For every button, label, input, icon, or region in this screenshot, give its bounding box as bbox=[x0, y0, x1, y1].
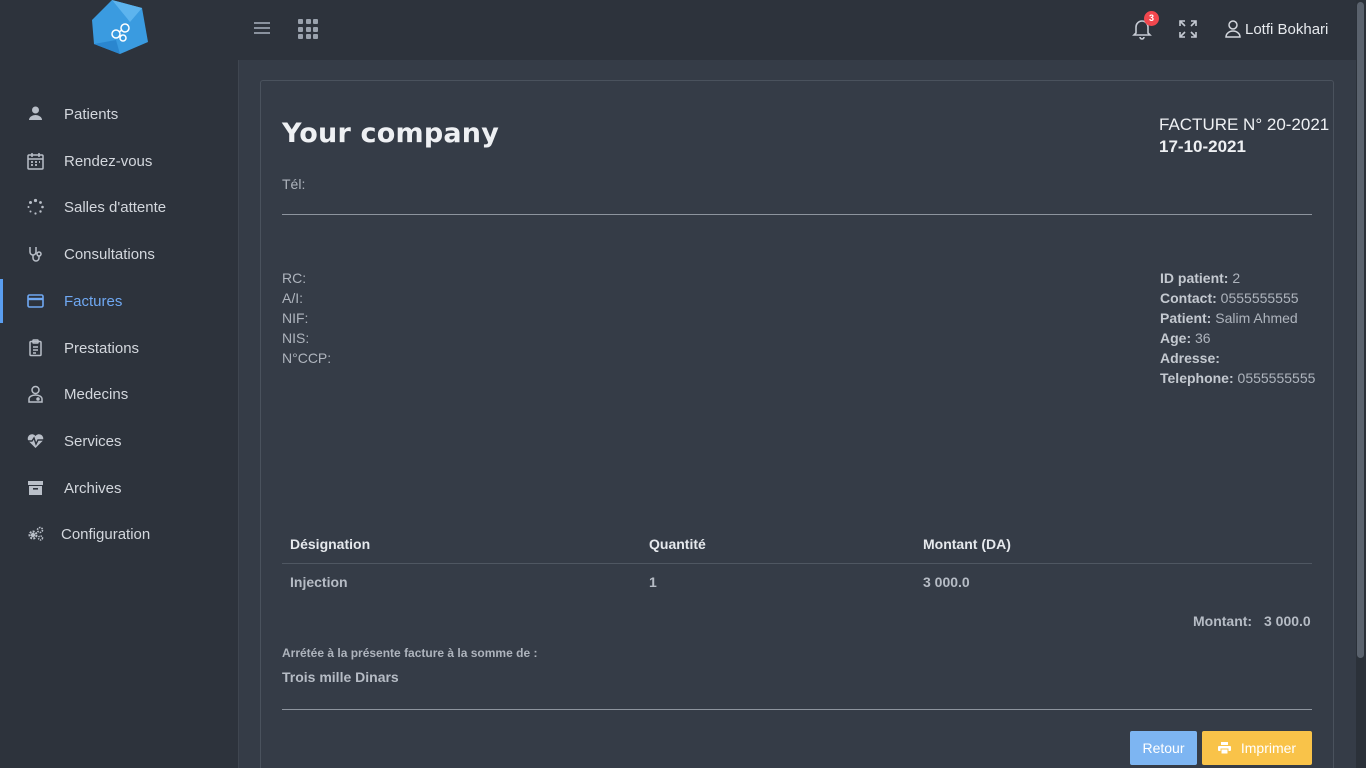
sidebar-item-factures[interactable]: Factures bbox=[0, 279, 239, 323]
sidebar-item-patients[interactable]: Patients bbox=[0, 92, 239, 136]
amount-words-caption: Arrétée à la présente facture à la somme… bbox=[282, 646, 538, 660]
column-header-quantite: Quantité bbox=[641, 526, 915, 564]
sidebar-item-services[interactable]: Services bbox=[0, 419, 239, 463]
column-header-designation: Désignation bbox=[282, 526, 641, 564]
sidebar-item-archives[interactable]: Archives bbox=[0, 466, 239, 510]
sidebar-item-label: Consultations bbox=[64, 245, 155, 263]
patient-age-row: Age: 36 bbox=[1160, 328, 1315, 348]
legal-nis: NIS: bbox=[282, 330, 310, 346]
total-value: 3 000.0 bbox=[1264, 613, 1311, 629]
patient-contact-row: Contact: 0555555555 bbox=[1160, 288, 1315, 308]
patient-contact-value: 0555555555 bbox=[1220, 290, 1299, 306]
sidebar-item-label: Factures bbox=[64, 292, 123, 310]
company-legal-info: RC: A/I: NIF: NIS: N°CCP: bbox=[282, 268, 331, 368]
legal-ai: A/I: bbox=[282, 290, 304, 306]
invoice-card bbox=[260, 80, 1334, 768]
patient-telephone-row: Telephone: 0555555555 bbox=[1160, 368, 1315, 388]
patient-address-row: Adresse: bbox=[1160, 348, 1315, 368]
patient-name-row: Patient: Salim Ahmed bbox=[1160, 308, 1315, 328]
cell-montant: 3 000.0 bbox=[923, 573, 970, 590]
divider bbox=[282, 214, 1312, 215]
print-button[interactable]: Imprimer bbox=[1202, 731, 1312, 765]
sidebar-item-label: Rendez-vous bbox=[64, 152, 153, 170]
invoice-items-table: Désignation Quantité Montant (DA) Inject… bbox=[282, 526, 1312, 600]
patient-name-label: Patient: bbox=[1160, 310, 1212, 326]
divider bbox=[282, 709, 1312, 710]
sidebar-item-prestations[interactable]: Prestations bbox=[0, 326, 239, 370]
stethoscope-icon bbox=[26, 245, 45, 263]
cell-designation: Injection bbox=[290, 573, 348, 590]
user-name: Lotfi Bokhari bbox=[1245, 20, 1329, 38]
sidebar-item-configuration[interactable]: Configuration bbox=[0, 512, 239, 556]
patient-id-label: ID patient: bbox=[1160, 270, 1229, 286]
printer-icon bbox=[1217, 742, 1231, 754]
fullscreen-icon[interactable] bbox=[1179, 20, 1197, 38]
menu-toggle-icon[interactable] bbox=[254, 22, 270, 36]
sidebar-item-label: Medecins bbox=[64, 385, 129, 403]
legal-ccp: N°CCP: bbox=[282, 350, 332, 366]
notification-badge: 3 bbox=[1144, 11, 1159, 26]
amount-in-words: Trois mille Dinars bbox=[282, 669, 399, 685]
patient-age-value: 36 bbox=[1195, 330, 1211, 346]
top-bar: 3 Lotfi Bokhari bbox=[0, 0, 1356, 60]
print-button-label: Imprimer bbox=[1240, 740, 1297, 756]
back-button[interactable]: Retour bbox=[1130, 731, 1197, 765]
sidebar-item-label: Patients bbox=[64, 105, 119, 123]
invoice-date: 17-10-2021 bbox=[1159, 137, 1246, 156]
archive-icon bbox=[26, 479, 45, 497]
total-label: Montant: bbox=[1193, 613, 1253, 629]
spinner-icon bbox=[26, 198, 45, 216]
cell-quantite: 1 bbox=[649, 573, 657, 590]
patient-age-label: Age: bbox=[1160, 330, 1192, 346]
apps-grid-icon[interactable] bbox=[298, 19, 318, 39]
legal-rc: RC: bbox=[282, 270, 307, 286]
column-header-montant: Montant (DA) bbox=[915, 526, 1312, 564]
sidebar-item-label: Archives bbox=[64, 479, 122, 497]
patient-address-label: Adresse: bbox=[1160, 350, 1220, 366]
company-name: Your company bbox=[282, 118, 500, 149]
doctor-icon bbox=[26, 385, 45, 403]
patient-contact-label: Contact: bbox=[1160, 290, 1217, 306]
heartbeat-icon bbox=[26, 432, 45, 450]
user-icon bbox=[26, 105, 45, 123]
sidebar-item-label: Configuration bbox=[61, 525, 151, 543]
clipboard-icon bbox=[26, 339, 45, 357]
sidebar-item-medecins[interactable]: Medecins bbox=[0, 372, 239, 416]
patient-id-value: 2 bbox=[1232, 270, 1241, 286]
patient-info: ID patient: 2 Contact: 0555555555 Patien… bbox=[1160, 268, 1315, 388]
invoice-number: FACTURE N° 20-2021 bbox=[1159, 115, 1330, 134]
patient-telephone-value: 0555555555 bbox=[1237, 370, 1316, 386]
company-tel: Tél: bbox=[282, 176, 306, 192]
patient-name-value: Salim Ahmed bbox=[1215, 310, 1298, 326]
scrollbar-thumb[interactable] bbox=[1357, 2, 1364, 658]
legal-nif: NIF: bbox=[282, 310, 309, 326]
patient-telephone-label: Telephone: bbox=[1160, 370, 1234, 386]
sidebar-item-salles-attente[interactable]: Salles d'attente bbox=[0, 185, 239, 229]
table-row: Injection 1 3 000.0 bbox=[282, 563, 1312, 600]
sidebar-item-rendez-vous[interactable]: Rendez-vous bbox=[0, 139, 239, 183]
table-header-row: Désignation Quantité Montant (DA) bbox=[282, 526, 1312, 564]
sidebar: Patients Rendez-vous Salles d'attente Co… bbox=[0, 60, 239, 768]
app-logo[interactable] bbox=[90, 0, 150, 56]
user-outline-icon bbox=[1225, 20, 1241, 38]
sidebar-item-label: Salles d'attente bbox=[64, 198, 167, 216]
sidebar-item-label: Services bbox=[64, 432, 122, 450]
patient-id-row: ID patient: 2 bbox=[1160, 268, 1315, 288]
user-menu[interactable]: Lotfi Bokhari bbox=[1225, 18, 1328, 40]
sidebar-item-label: Prestations bbox=[64, 339, 140, 357]
sidebar-item-consultations[interactable]: Consultations bbox=[0, 232, 239, 276]
credit-card-icon bbox=[26, 292, 45, 310]
gears-icon bbox=[26, 525, 45, 543]
calendar-icon bbox=[26, 152, 45, 170]
